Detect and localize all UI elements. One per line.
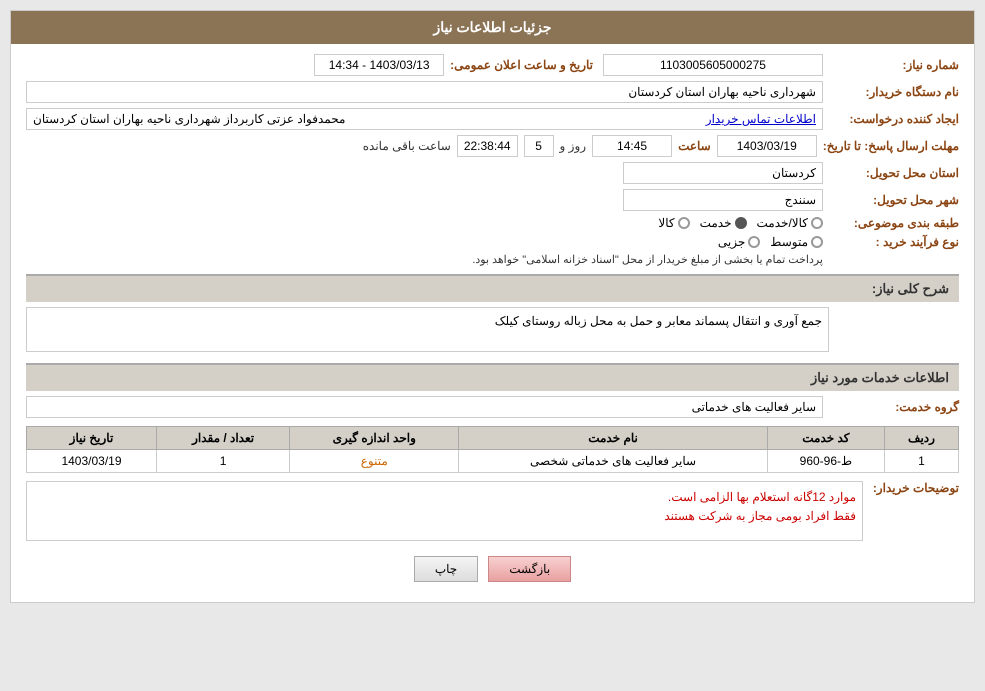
category-kala-khedmat[interactable]: کالا/خدمت xyxy=(757,216,823,230)
response-deadline-label: مهلت ارسال پاسخ: تا تاریخ: xyxy=(823,139,959,153)
delivery-city-value: سنندج xyxy=(623,189,823,211)
cell-code: ط-96-960 xyxy=(767,450,884,473)
table-row: 1 ط-96-960 سایر فعالیت های خدماتی شخصی م… xyxy=(27,450,959,473)
need-number-value: 1103005605000275 xyxy=(603,54,823,76)
back-button[interactable]: بازگشت xyxy=(488,556,571,582)
buyer-notes-label: توضیحات خریدار: xyxy=(869,481,959,495)
print-button[interactable]: چاپ xyxy=(414,556,478,582)
delivery-province-value: کردستان xyxy=(623,162,823,184)
buyer-org-value: شهرداری ناحیه بهاران استان کردستان xyxy=(26,81,823,103)
delivery-province-label: استان محل تحویل: xyxy=(829,166,959,180)
radio-khedmat-icon xyxy=(735,217,747,229)
buyer-notes-box: موارد 12گانه استعلام بها الزامی است. فقط… xyxy=(26,481,863,541)
col-name: نام خدمت xyxy=(459,427,768,450)
response-time: 14:45 xyxy=(592,135,672,157)
col-code: کد خدمت xyxy=(767,427,884,450)
description-section-title: شرح کلی نیاز: xyxy=(26,274,959,302)
cell-unit: متنوع xyxy=(290,450,459,473)
radio-kala-khedmat-icon xyxy=(811,217,823,229)
buyer-notes-line1: موارد 12گانه استعلام بها الزامی است. xyxy=(33,488,856,507)
announce-label: تاریخ و ساعت اعلان عمومی: xyxy=(450,58,593,72)
response-date: 1403/03/19 xyxy=(717,135,817,157)
process-note: پرداخت تمام یا بخشی از مبلغ خریدار از مح… xyxy=(472,253,823,266)
radio-kala-icon xyxy=(678,217,690,229)
radio-motavasset-icon xyxy=(811,236,823,248)
announce-value: 1403/03/13 - 14:34 xyxy=(314,54,444,76)
services-section-title: اطلاعات خدمات مورد نیاز xyxy=(26,363,959,391)
cell-qty: 1 xyxy=(156,450,289,473)
response-days: 5 xyxy=(524,135,554,157)
services-table: ردیف کد خدمت نام خدمت واحد اندازه گیری ت… xyxy=(26,426,959,473)
service-group-label: گروه خدمت: xyxy=(829,400,959,414)
response-day-label: روز و xyxy=(560,139,587,153)
col-unit: واحد اندازه گیری xyxy=(290,427,459,450)
col-date: تاریخ نیاز xyxy=(27,427,157,450)
category-label: طبقه بندی موضوعی: xyxy=(829,216,959,230)
response-time-label: ساعت xyxy=(678,139,711,153)
radio-jozi-icon xyxy=(748,236,760,248)
creator-label: ایجاد کننده درخواست: xyxy=(829,112,959,126)
process-options: متوسط جزیی xyxy=(472,235,823,249)
creator-value: اطلاعات تماس خریدار محمدفواد عزتی کاربرد… xyxy=(26,108,823,130)
creator-text: محمدفواد عزتی کاربرداز شهرداری ناحیه بها… xyxy=(33,112,345,126)
process-label: نوع فرآیند خرید : xyxy=(829,235,959,249)
cell-name: سایر فعالیت های خدماتی شخصی xyxy=(459,450,768,473)
process-jozi[interactable]: جزیی xyxy=(718,235,760,249)
buyer-notes-line2: فقط افراد بومی مجاز به شرکت هستند xyxy=(33,507,856,526)
panel-title: جزئیات اطلاعات نیاز xyxy=(11,11,974,44)
category-khedmat[interactable]: خدمت xyxy=(700,216,747,230)
service-group-value: سایر فعالیت های خدماتی xyxy=(26,396,823,418)
remaining-label: ساعت باقی مانده xyxy=(363,139,451,153)
col-row: ردیف xyxy=(884,427,958,450)
category-kala[interactable]: کالا xyxy=(658,216,689,230)
buyer-org-label: نام دستگاه خریدار: xyxy=(829,85,959,99)
category-options: کالا/خدمت خدمت کالا xyxy=(658,216,823,230)
delivery-city-label: شهر محل تحویل: xyxy=(829,193,959,207)
cell-date: 1403/03/19 xyxy=(27,450,157,473)
creator-link[interactable]: اطلاعات تماس خریدار xyxy=(706,112,816,126)
need-number-label: شماره نیاز: xyxy=(829,58,959,72)
col-qty: تعداد / مقدار xyxy=(156,427,289,450)
remaining-time: 22:38:44 xyxy=(457,135,518,157)
process-motavasset[interactable]: متوسط xyxy=(770,235,823,249)
description-box[interactable]: جمع آوری و انتقال پسماند معابر و حمل به … xyxy=(26,307,829,352)
cell-row: 1 xyxy=(884,450,958,473)
